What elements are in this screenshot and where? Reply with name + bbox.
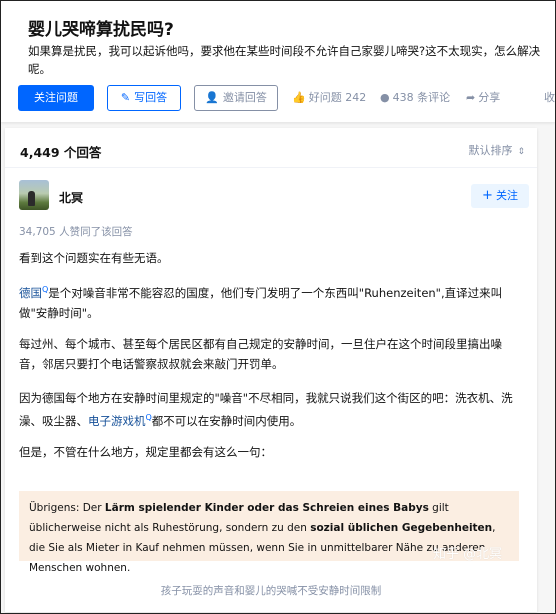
follow-question-button[interactable]: 关注问题 <box>18 85 94 111</box>
pencil-icon: ✎ <box>120 91 131 104</box>
write-answer-label: 写回答 <box>134 91 168 104</box>
comments-button[interactable]: ● 438 条评论 <box>380 85 450 111</box>
sort-label: 默认排序 <box>468 144 513 157</box>
question-description: 如果算是扰民，我可以起诉他吗，要求他在某些时间段不允许自己家婴儿啼哭?这不太现实… <box>28 44 541 76</box>
question-title[interactable]: 婴儿哭啼算扰民吗? <box>28 15 174 40</box>
watermark: 知乎 @北冥 <box>433 547 503 562</box>
invite-answer-button[interactable]: 👤 邀请回答 <box>194 85 278 111</box>
favorite-button[interactable]: 收 <box>544 85 555 111</box>
answers-header: 4,449 个回答 默认排序 ⇕ <box>5 128 537 168</box>
good-question-button[interactable]: 👍 好问题 242 <box>292 85 366 111</box>
germany-link[interactable]: 德国 <box>19 286 42 300</box>
follow-author-button[interactable]: + 关注 <box>471 184 529 208</box>
chevron-updown-icon: ⇕ <box>517 147 525 157</box>
thumbs-up-icon: 👍 <box>292 91 306 104</box>
good-question-label: 好问题 242 <box>308 91 367 104</box>
paragraph-2-text: 是个对噪音非常不能容忍的国度，他们专门发明了一个东西叫"Ruhenzeiten"… <box>19 285 503 320</box>
comments-label: 438 条评论 <box>392 91 451 104</box>
share-icon: ➦ <box>466 91 476 104</box>
favorite-label: 收 <box>544 91 555 104</box>
question-actions: 关注问题 ✎ 写回答 👤 邀请回答 👍 好问题 242 ● 438 条评论 ➦ 分享 收 <box>18 85 556 111</box>
paragraph-3: 每过州、每个城市、甚至每个居民区都有自己规定的安静时间，一旦住户在这个时间段里搞… <box>19 337 502 371</box>
quote-bold-1: Lärm spielender Kinder oder das Schreien… <box>104 502 429 514</box>
voters-count[interactable]: 34,705 人赞同了该回答 <box>19 224 133 239</box>
answer-card: 4,449 个回答 默认排序 ⇕ 北冥 + 关注 34,705 人赞同了该回答 看到… <box>5 128 537 612</box>
author-name[interactable]: 北冥 <box>59 189 83 206</box>
write-answer-button[interactable]: ✎ 写回答 <box>107 85 181 111</box>
quote-bold-2: sozial üblichen Gegebenheiten <box>310 522 493 534</box>
invite-icon: 👤 <box>205 91 219 104</box>
share-button[interactable]: ➦ 分享 <box>466 85 500 111</box>
paragraph-5: 但是，不管在什么地方，规定里都会有这么一句： <box>19 445 272 459</box>
video-game-link[interactable]: 电子游戏机 <box>88 414 146 428</box>
invite-answer-label: 邀请回答 <box>222 91 267 104</box>
share-label: 分享 <box>478 91 501 104</box>
question-header: 婴儿哭啼算扰民吗? 如果算是扰民，我可以起诉他吗，要求他在某些时间段不允许自己家… <box>1 1 555 122</box>
paragraph-2: 德国Q是个对噪音非常不能容忍的国度，他们专门发明了一个东西叫"Ruhenzeit… <box>19 280 519 323</box>
sort-dropdown[interactable]: 默认排序 ⇕ <box>468 142 525 158</box>
comment-icon: ● <box>380 91 390 104</box>
paragraph-4: 因为德国每个地方在安静时间里规定的"噪音"不尽相同，我就只说我们这个街区的吧：洗… <box>19 388 519 431</box>
plus-icon: + <box>482 188 493 203</box>
paragraph-4-post: 都不可以在安静时间内使用。 <box>151 413 302 428</box>
image-caption: 孩子玩耍的声音和婴儿的哭喊不受安静时间限制 <box>160 585 382 597</box>
paragraph-1: 看到这个问题实在有些无语。 <box>19 251 169 265</box>
quote-text-1: Übrigens: Der <box>29 502 105 514</box>
avatar[interactable] <box>19 180 49 210</box>
answer-count: 4,449 个回答 <box>20 145 102 160</box>
follow-author-label: 关注 <box>495 189 518 202</box>
